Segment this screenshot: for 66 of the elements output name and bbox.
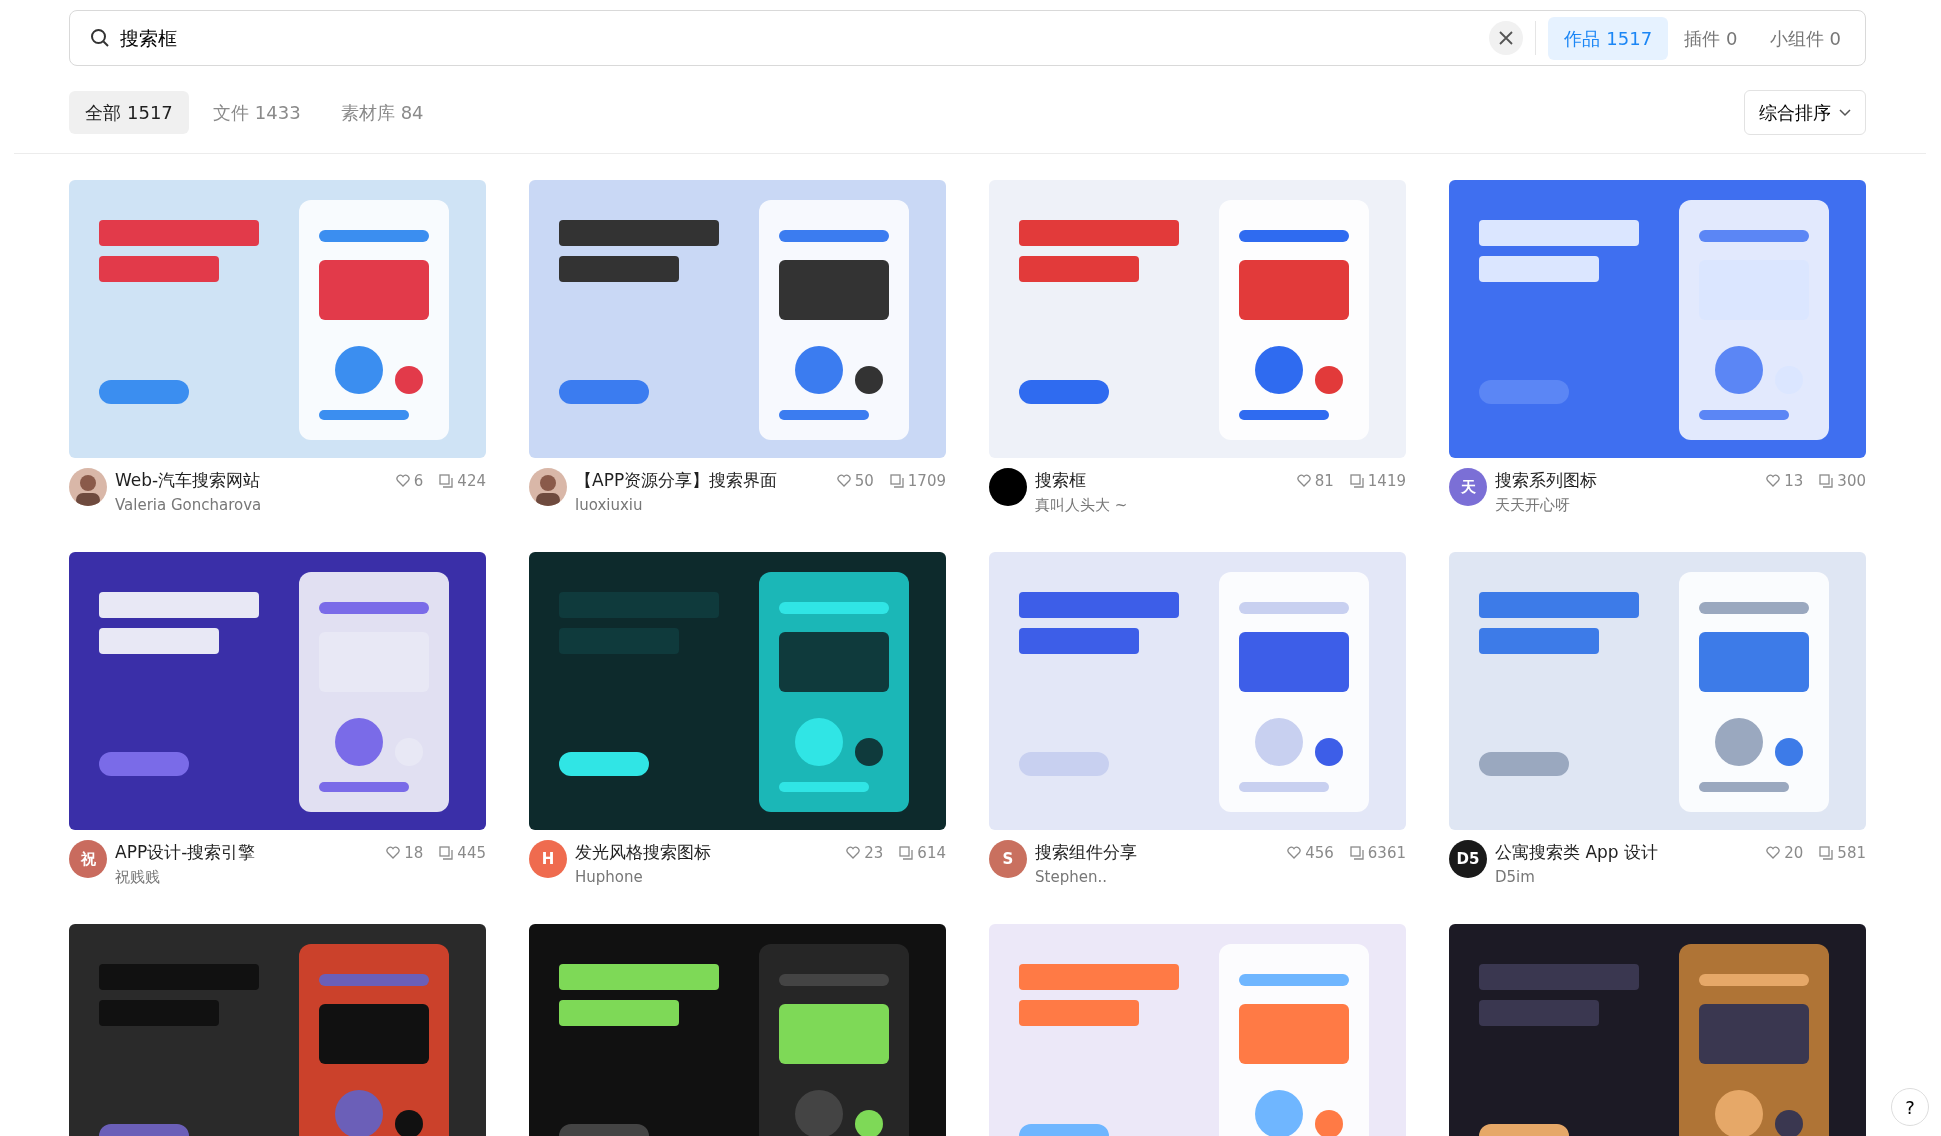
- card-title: 搜索框: [1035, 469, 1086, 492]
- filter-tab[interactable]: 素材库 84: [324, 91, 440, 134]
- scope-tab[interactable]: 小组件 0: [1753, 16, 1857, 60]
- heart-icon: [836, 474, 851, 488]
- author-name: luoxiuxiu: [575, 494, 644, 516]
- card-title: 搜索组件分享: [1035, 841, 1137, 864]
- copy-icon: [1349, 845, 1364, 860]
- clear-button[interactable]: [1489, 21, 1524, 55]
- avatar: 祝: [69, 840, 107, 878]
- filter-tab[interactable]: 全部 1517: [69, 91, 189, 134]
- author-name: 天天开心呀: [1495, 494, 1571, 516]
- search-input[interactable]: 搜索框: [118, 22, 1490, 54]
- heart-icon: [395, 474, 410, 488]
- author-name: D5im: [1495, 866, 1536, 888]
- like-count: 23: [864, 842, 884, 864]
- sort-dropdown[interactable]: 综合排序: [1744, 90, 1866, 135]
- avatar: 天: [1449, 468, 1487, 506]
- view-count: 300: [1837, 470, 1866, 492]
- avatar: H: [529, 840, 567, 878]
- view-count: 424: [457, 470, 486, 492]
- card-title: 公寓搜索类 App 设计: [1495, 841, 1659, 864]
- heart-icon: [1296, 474, 1311, 488]
- like-count: 50: [854, 470, 874, 492]
- help-button[interactable]: ?: [1891, 1088, 1929, 1126]
- like-count: 456: [1305, 842, 1334, 864]
- copy-icon: [899, 845, 914, 860]
- like-count: 18: [404, 842, 424, 864]
- card-title: 搜索系列图标: [1495, 469, 1597, 492]
- search-bar[interactable]: 搜索框 作品 1517 插件 0 小组件 0: [69, 10, 1866, 66]
- view-count: 614: [917, 842, 946, 864]
- heart-icon: [846, 846, 861, 860]
- author-name: Stephen..: [1035, 866, 1108, 888]
- copy-icon: [439, 845, 454, 860]
- view-count: 1709: [907, 470, 946, 492]
- copy-icon: [1349, 473, 1364, 488]
- copy-icon: [1819, 473, 1834, 488]
- heart-icon: [386, 846, 401, 860]
- close-icon: [1499, 31, 1514, 45]
- heart-icon: [1766, 846, 1781, 860]
- view-count: 581: [1837, 842, 1866, 864]
- card-title: APP设计-搜索引擎: [115, 841, 256, 864]
- copy-icon: [439, 473, 454, 488]
- avatar: D5: [1449, 840, 1487, 878]
- avatar: S: [989, 840, 1027, 878]
- like-count: 81: [1314, 470, 1334, 492]
- like-count: 6: [413, 470, 424, 492]
- filter-tab[interactable]: 文件 1433: [196, 91, 317, 134]
- heart-icon: [1766, 474, 1781, 488]
- card-title: 发光风格搜索图标: [575, 841, 711, 864]
- like-count: 20: [1784, 842, 1804, 864]
- copy-icon: [1819, 845, 1834, 860]
- author-name: Valeria Goncharova: [115, 494, 263, 516]
- author-name: 真叫人头大 ~: [1035, 494, 1129, 516]
- like-count: 13: [1784, 470, 1804, 492]
- scope-tab[interactable]: 插件 0: [1668, 16, 1754, 60]
- card-title: Web-汽车搜索网站: [115, 469, 261, 492]
- view-count: 445: [457, 842, 486, 864]
- author-name: Huphone: [575, 866, 644, 888]
- caret-icon: [1839, 108, 1851, 117]
- view-count: 6361: [1367, 842, 1406, 864]
- heart-icon: [1287, 846, 1302, 860]
- search-icon: [90, 28, 110, 48]
- card-title: 【APP资源分享】搜索界面: [575, 469, 778, 492]
- view-count: 1419: [1367, 470, 1406, 492]
- author-name: 祝贱贱: [115, 866, 161, 888]
- copy-icon: [889, 473, 904, 488]
